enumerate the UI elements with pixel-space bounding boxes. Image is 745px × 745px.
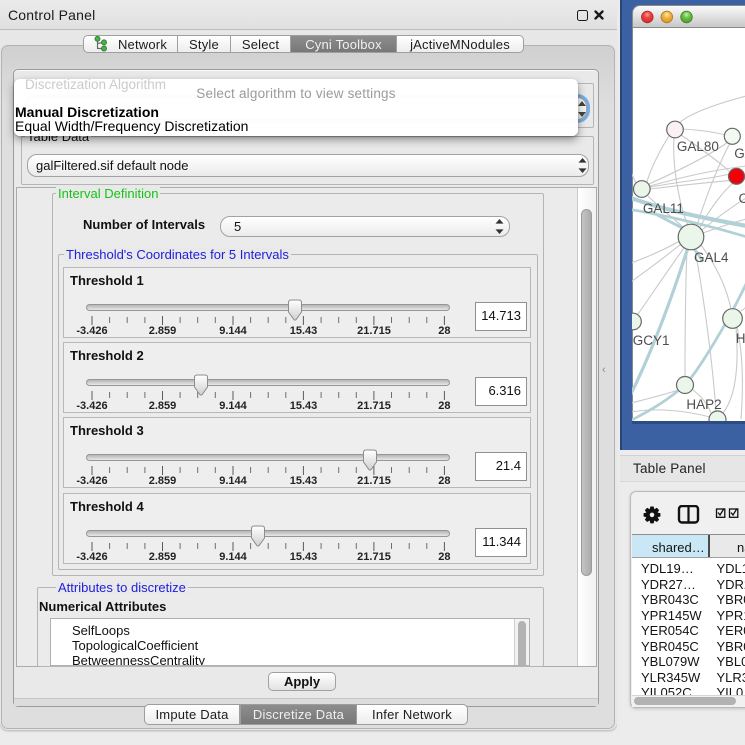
svg-text:GCY1: GCY1 bbox=[633, 333, 670, 348]
svg-text:GA: GA bbox=[734, 146, 745, 161]
svg-text:GAL4: GAL4 bbox=[694, 250, 729, 265]
svg-text:C: C bbox=[739, 191, 745, 206]
svg-text:GAL80: GAL80 bbox=[677, 139, 719, 154]
svg-text:H: H bbox=[736, 331, 745, 346]
svg-text:HAP2: HAP2 bbox=[686, 397, 721, 412]
svg-text:GAL11: GAL11 bbox=[643, 201, 684, 216]
